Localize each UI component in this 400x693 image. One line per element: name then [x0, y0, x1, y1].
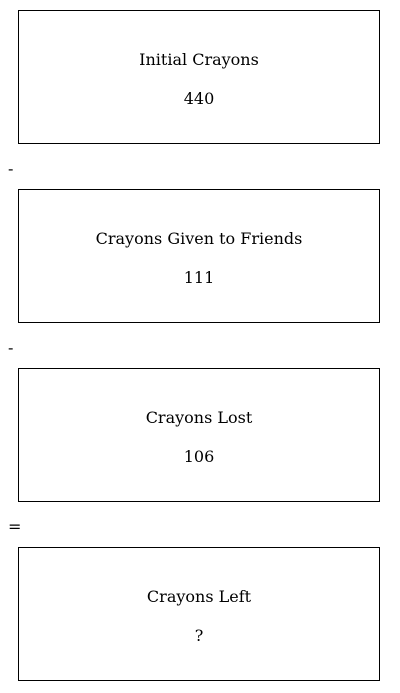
- crayons-lost-value: 106: [183, 447, 215, 466]
- initial-crayons-value: 440: [183, 89, 215, 108]
- crayons-left-value: ?: [194, 626, 204, 645]
- crayons-given-label: Crayons Given to Friends: [95, 229, 303, 248]
- crayons-left-box: Crayons Left ?: [18, 547, 380, 681]
- minus-operator-1: -: [8, 159, 14, 178]
- crayons-left-label: Crayons Left: [146, 587, 252, 606]
- crayons-given-value: 111: [183, 268, 215, 287]
- initial-crayons-box: Initial Crayons 440: [18, 10, 380, 144]
- crayons-lost-box: Crayons Lost 106: [18, 368, 380, 502]
- minus-operator-2: -: [8, 338, 14, 357]
- equals-operator: =: [8, 517, 22, 536]
- crayons-given-box: Crayons Given to Friends 111: [18, 189, 380, 323]
- initial-crayons-label: Initial Crayons: [139, 50, 259, 69]
- crayons-lost-label: Crayons Lost: [145, 408, 253, 427]
